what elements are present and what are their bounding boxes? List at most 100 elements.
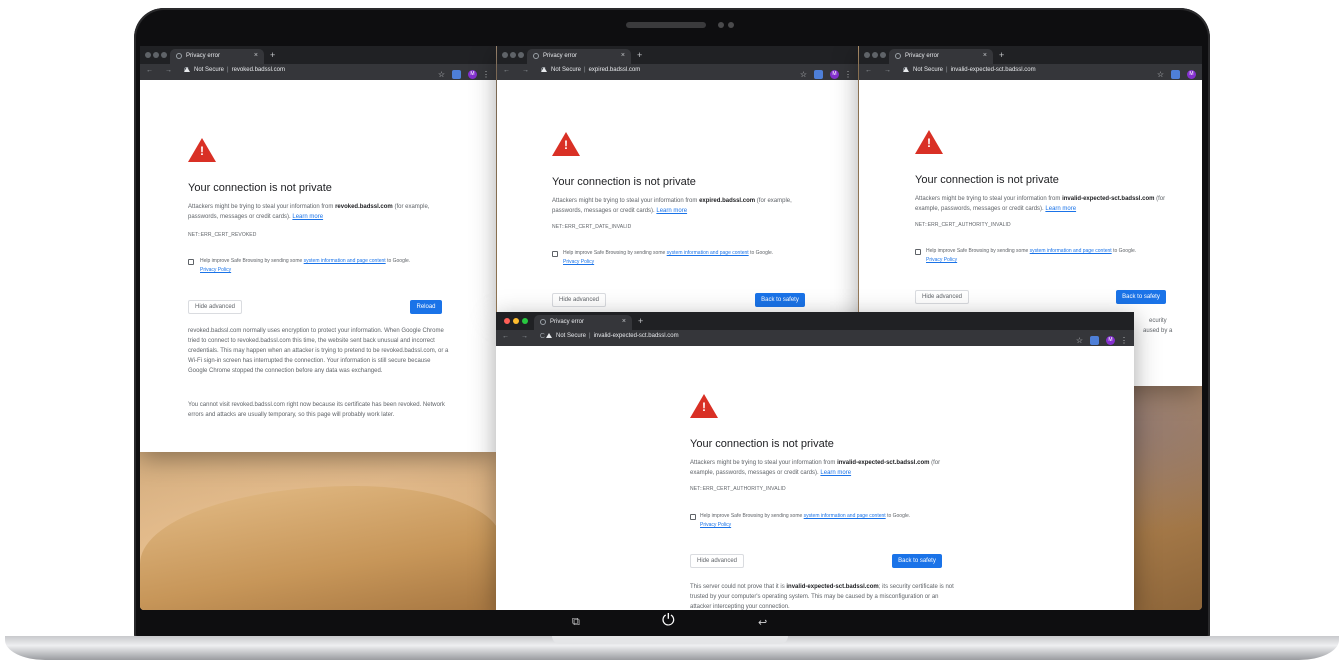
- extension-icon[interactable]: [1171, 70, 1180, 80]
- minimize-window-button[interactable]: [153, 52, 159, 58]
- nav-buttons[interactable]: ← → C: [502, 333, 550, 340]
- tab-privacy-error[interactable]: Privacy error ×: [170, 49, 264, 64]
- bookmark-star-icon[interactable]: ☆: [438, 70, 445, 79]
- hide-advanced-button[interactable]: Hide advanced: [188, 300, 242, 314]
- safe-browsing-checkbox[interactable]: [915, 249, 921, 255]
- address-bar[interactable]: Not Secure | invalid-expected-sct.badssl.c…: [903, 67, 1036, 77]
- safe-browsing-checkbox[interactable]: [690, 514, 696, 520]
- minimize-window-button[interactable]: [872, 52, 878, 58]
- extension-icon[interactable]: [1090, 336, 1099, 346]
- tab-bar: Privacy error × +: [140, 46, 496, 64]
- url-text: revoked.badssl.com: [231, 67, 285, 74]
- new-tab-button[interactable]: +: [638, 316, 643, 326]
- tab-close-button[interactable]: ×: [983, 52, 987, 59]
- page-title: Your connection is not private: [690, 438, 834, 450]
- safe-browsing-text: Help improve Safe Browsing by sending so…: [200, 258, 411, 273]
- tab-close-button[interactable]: ×: [621, 52, 625, 59]
- advanced-details: This server could not prove that it is i…: [690, 584, 954, 610]
- camera-bar: [626, 22, 736, 28]
- safe-browsing-checkbox[interactable]: [188, 259, 194, 265]
- globe-icon: [540, 319, 546, 325]
- danger-warning-icon: !: [915, 130, 943, 154]
- menu-icon[interactable]: ⋮: [844, 70, 852, 79]
- address-bar[interactable]: Not Secure | revoked.badssl.com: [184, 67, 285, 77]
- address-bar[interactable]: Not Secure | invalid-expected-sct.badssl.c…: [546, 333, 679, 343]
- tab-privacy-error[interactable]: Privacy error ×: [527, 49, 631, 64]
- peek-text-2: aused by a: [1143, 328, 1173, 334]
- close-window-button[interactable]: [504, 318, 510, 324]
- system-info-link[interactable]: system information and page content: [667, 250, 749, 256]
- back-to-safety-button[interactable]: Back to safety: [755, 293, 805, 307]
- page-content: ! Your connection is not private Attacke…: [140, 80, 496, 452]
- system-info-link[interactable]: system information and page content: [1030, 248, 1112, 254]
- profile-avatar[interactable]: M: [468, 70, 477, 80]
- privacy-policy-link[interactable]: Privacy Policy: [700, 522, 731, 528]
- url-text: invalid-expected-sct.badssl.com: [950, 67, 1036, 74]
- globe-icon: [533, 53, 539, 59]
- reload-button[interactable]: Reload: [410, 300, 442, 314]
- globe-icon: [176, 53, 182, 59]
- learn-more-link[interactable]: Learn more: [820, 470, 851, 476]
- hide-advanced-button[interactable]: Hide advanced: [915, 290, 969, 304]
- privacy-policy-link[interactable]: Privacy Policy: [200, 267, 231, 273]
- tab-bar: Privacy error × +: [859, 46, 1202, 64]
- screen: Privacy error × + ← → C Not Secure | revok…: [140, 46, 1202, 610]
- back-to-safety-button[interactable]: Back to safety: [892, 554, 942, 568]
- new-tab-button[interactable]: +: [637, 50, 642, 60]
- learn-more-link[interactable]: Learn more: [292, 214, 323, 220]
- menu-icon[interactable]: ⋮: [482, 70, 490, 79]
- tab-privacy-error[interactable]: Privacy error ×: [889, 49, 993, 64]
- safe-browsing-checkbox[interactable]: [552, 251, 558, 257]
- tab-close-button[interactable]: ×: [622, 318, 626, 325]
- tab-privacy-error[interactable]: Privacy error ×: [534, 315, 632, 330]
- bookmark-star-icon[interactable]: ☆: [1157, 70, 1164, 79]
- zoom-window-button[interactable]: [522, 318, 528, 324]
- hide-advanced-button[interactable]: Hide advanced: [690, 554, 744, 568]
- safe-browsing-text: Help improve Safe Browsing by sending so…: [926, 248, 1137, 263]
- back-to-safety-button[interactable]: Back to safety: [1116, 290, 1166, 304]
- toolbar-right: ☆ M ⋮: [438, 66, 490, 80]
- toolbar: ← → C Not Secure | invalid-expected-sct.ba…: [496, 330, 1134, 346]
- new-tab-button[interactable]: +: [270, 50, 275, 60]
- hide-advanced-button[interactable]: Hide advanced: [552, 293, 606, 307]
- page-title: Your connection is not private: [552, 176, 696, 188]
- danger-warning-icon: !: [690, 394, 718, 418]
- tab-close-button[interactable]: ×: [254, 52, 258, 59]
- bookmark-star-icon[interactable]: ☆: [800, 70, 807, 79]
- warning-triangle-icon: [546, 333, 552, 338]
- power-icon[interactable]: ⏻: [662, 612, 675, 630]
- learn-more-link[interactable]: Learn more: [656, 208, 687, 214]
- address-bar[interactable]: Not Secure | expired.badssl.com: [541, 67, 640, 77]
- zoom-window-button[interactable]: [161, 52, 167, 58]
- advanced-details: revoked.badssl.com normally uses encrypt…: [188, 328, 449, 374]
- error-code: NET::ERR_CERT_DATE_INVALID: [552, 224, 632, 230]
- close-window-button[interactable]: [502, 52, 508, 58]
- extension-icon[interactable]: [814, 70, 823, 80]
- system-info-link[interactable]: system information and page content: [304, 258, 386, 264]
- peek-text-1: ecurity: [1149, 318, 1167, 324]
- system-info-link[interactable]: system information and page content: [804, 513, 886, 519]
- close-window-button[interactable]: [864, 52, 870, 58]
- menu-icon[interactable]: ⋮: [1120, 336, 1128, 345]
- back-icon[interactable]: ↩: [758, 616, 767, 629]
- zoom-window-button[interactable]: [880, 52, 886, 58]
- window-switch-icon[interactable]: ⧉: [572, 616, 580, 629]
- browser-window-sct-front: Privacy error × + ← → C Not Secure | inval…: [496, 312, 1134, 610]
- privacy-policy-link[interactable]: Privacy Policy: [563, 259, 594, 265]
- minimize-window-button[interactable]: [510, 52, 516, 58]
- extension-icon[interactable]: [452, 70, 461, 80]
- profile-avatar[interactable]: M: [1187, 70, 1196, 80]
- learn-more-link[interactable]: Learn more: [1045, 206, 1076, 212]
- profile-avatar[interactable]: M: [830, 70, 839, 80]
- bookmark-star-icon[interactable]: ☆: [1076, 336, 1083, 345]
- profile-avatar[interactable]: M: [1106, 336, 1115, 346]
- minimize-window-button[interactable]: [513, 318, 519, 324]
- close-window-button[interactable]: [145, 52, 151, 58]
- url-text: expired.badssl.com: [588, 67, 641, 74]
- new-tab-button[interactable]: +: [999, 50, 1004, 60]
- url-text: invalid-expected-sct.badssl.com: [593, 333, 679, 340]
- error-code: NET::ERR_CERT_REVOKED: [188, 232, 257, 238]
- privacy-policy-link[interactable]: Privacy Policy: [926, 257, 957, 263]
- attack-description: Attackers might be trying to steal your …: [915, 196, 1166, 212]
- zoom-window-button[interactable]: [518, 52, 524, 58]
